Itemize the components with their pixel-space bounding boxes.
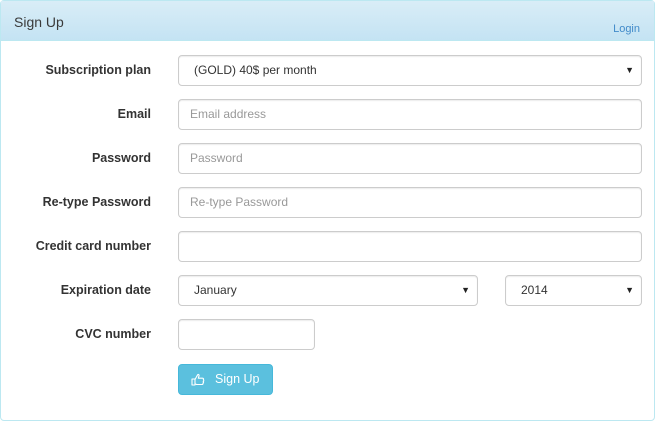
expiration-label: Expiration date: [60, 283, 151, 297]
expiration-year-select[interactable]: 2014 ▼: [505, 275, 642, 306]
hand-pointer-icon: [191, 373, 205, 386]
credit-card-field[interactable]: [178, 231, 642, 262]
panel-heading: Sign Up Login: [1, 1, 654, 41]
email-row: Email Email address: [1, 99, 655, 130]
subscription-plan-value: (GOLD) 40$ per month: [194, 63, 317, 77]
credit-card-label: Credit card number: [35, 239, 151, 253]
password-field[interactable]: Password: [178, 143, 642, 174]
credit-card-row: Credit card number: [1, 231, 655, 262]
login-link[interactable]: Login: [613, 23, 640, 35]
email-placeholder: Email address: [190, 107, 267, 121]
retype-password-placeholder: Re-type Password: [190, 195, 289, 209]
chevron-down-icon: ▼: [461, 285, 470, 295]
expiration-year-value: 2014: [521, 283, 548, 297]
expiration-row: Expiration date January ▼ 2014 ▼: [1, 275, 655, 306]
panel-title: Sign Up: [14, 14, 64, 30]
chevron-down-icon: ▼: [625, 65, 634, 75]
subscription-plan-label: Subscription plan: [45, 63, 151, 77]
cvc-row: CVC number: [1, 319, 655, 350]
cvc-label: CVC number: [75, 327, 151, 341]
email-label: Email: [117, 107, 151, 121]
signup-panel: Sign Up Login Subscription plan (GOLD) 4…: [0, 0, 655, 421]
chevron-down-icon: ▼: [625, 285, 634, 295]
email-field[interactable]: Email address: [178, 99, 642, 130]
retype-password-row: Re-type Password Re-type Password: [1, 187, 655, 218]
subscription-plan-select[interactable]: (GOLD) 40$ per month ▼: [178, 55, 642, 86]
subscription-plan-row: Subscription plan (GOLD) 40$ per month ▼: [1, 55, 655, 86]
retype-password-label: Re-type Password: [42, 195, 151, 209]
password-placeholder: Password: [190, 151, 243, 165]
cvc-field[interactable]: [178, 319, 315, 350]
sign-up-label: Sign Up: [215, 372, 260, 386]
password-label: Password: [91, 151, 151, 165]
retype-password-field[interactable]: Re-type Password: [178, 187, 642, 218]
sign-up-button[interactable]: Sign Up: [178, 364, 273, 395]
expiration-month-value: January: [194, 283, 237, 297]
password-row: Password Password: [1, 143, 655, 174]
expiration-month-select[interactable]: January ▼: [178, 275, 478, 306]
